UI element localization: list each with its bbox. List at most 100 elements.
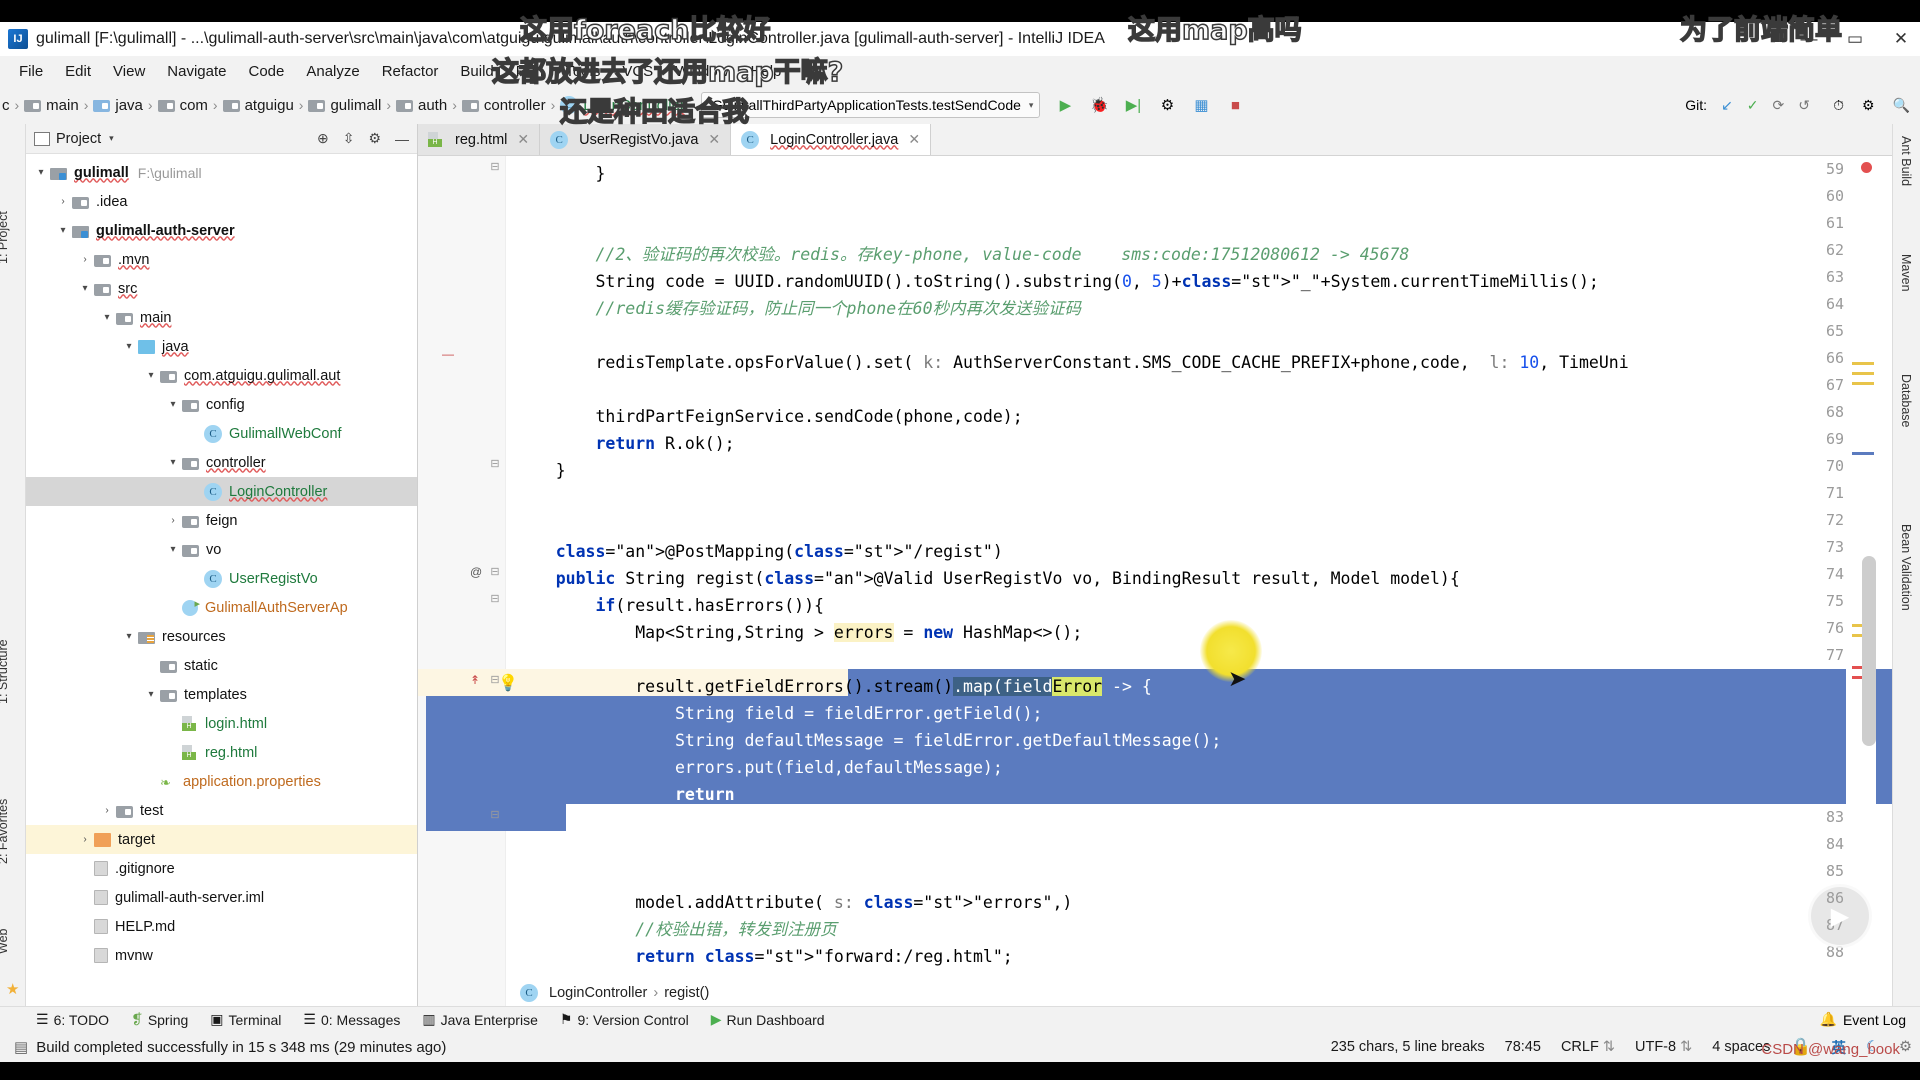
- code-line[interactable]: return R.ok();: [516, 430, 734, 457]
- tree-node-main[interactable]: ▾ main: [26, 303, 417, 332]
- breadcrumb-root[interactable]: c: [2, 97, 10, 114]
- close-icon[interactable]: ✕: [708, 131, 720, 148]
- menu-build[interactable]: Build: [449, 60, 504, 83]
- intention-bulb-icon[interactable]: 💡: [498, 673, 518, 693]
- stop-icon[interactable]: ■: [1224, 94, 1246, 116]
- run-icon[interactable]: ▶: [1054, 94, 1076, 116]
- tree-node-src[interactable]: ▾ src: [26, 274, 417, 303]
- code-line[interactable]: return: [516, 781, 735, 808]
- tree-node-userregistvo[interactable]: ·C UserRegistVo: [26, 564, 417, 593]
- close-icon[interactable]: ✕: [517, 131, 529, 148]
- breadcrumb-com[interactable]: com: [180, 97, 208, 114]
- tree-node-gulimallauthserverap[interactable]: · GulimallAuthServerAp: [26, 593, 417, 622]
- chevron-right-icon[interactable]: ›: [164, 515, 182, 526]
- sidebar-item-web[interactable]: Web: [0, 929, 10, 954]
- chevron-down-icon[interactable]: ▾: [54, 225, 72, 236]
- breadcrumb-method[interactable]: regist(): [664, 985, 709, 1001]
- code-line[interactable]: thirdPartFeignService.sendCode(phone,cod…: [516, 403, 1022, 430]
- code-line[interactable]: errors.put(field,defaultMessage);: [516, 754, 1003, 781]
- chevron-right-icon[interactable]: ›: [76, 834, 94, 845]
- warning-marker[interactable]: [1852, 372, 1874, 375]
- chevron-down-icon[interactable]: ▾: [164, 399, 182, 410]
- tool-run-dashboard[interactable]: ▶ Run Dashboard: [711, 1011, 825, 1028]
- git-commit-icon[interactable]: ✓: [1747, 97, 1759, 114]
- tool-version-control[interactable]: ⚑ 9: Version Control: [560, 1011, 689, 1028]
- tree-node-gulimall-auth-server-iml[interactable]: · gulimall-auth-server.iml: [26, 883, 417, 912]
- editor-tab-logincontroller-java[interactable]: C LoginController.java ✕: [731, 124, 932, 155]
- tree-node-gulimall-auth-server[interactable]: ▾ gulimall-auth-server: [26, 216, 417, 245]
- tree-node-logincontroller[interactable]: ·C LoginController: [26, 477, 417, 506]
- tree-node-config[interactable]: ▾ config: [26, 390, 417, 419]
- code-line[interactable]: }: [516, 160, 605, 187]
- tree-node-target[interactable]: › target: [26, 825, 417, 854]
- code-fold-toggle[interactable]: ⊟: [486, 457, 504, 470]
- chevron-down-icon[interactable]: ▾: [120, 341, 138, 352]
- tree-node-feign[interactable]: › feign: [26, 506, 417, 535]
- build-project-icon[interactable]: ▦: [1190, 94, 1212, 116]
- breadcrumb-auth[interactable]: auth: [418, 97, 447, 114]
- menu-window[interactable]: Window: [664, 60, 739, 83]
- editor-scrollbar-thumb[interactable]: [1862, 556, 1876, 746]
- tree-node-application-properties[interactable]: ·❧ application.properties: [26, 767, 417, 796]
- code-line[interactable]: class="an">@PostMapping(class="st">"/reg…: [516, 538, 1003, 565]
- menu-analyze[interactable]: Analyze: [295, 60, 370, 83]
- chevron-right-icon[interactable]: ›: [98, 805, 116, 816]
- menu-code[interactable]: Code: [237, 60, 295, 83]
- tree-node-reg-html[interactable]: · reg.html: [26, 738, 417, 767]
- error-indicator-icon[interactable]: [1861, 162, 1872, 173]
- chevron-right-icon[interactable]: ›: [76, 254, 94, 265]
- tree-node-help-md[interactable]: · HELP.md: [26, 912, 417, 941]
- code-line[interactable]: //2、验证码的再次校验。redis。存key-phone, value-cod…: [516, 241, 1409, 268]
- status-caret-position[interactable]: 78:45: [1505, 1039, 1541, 1055]
- inspection-icon[interactable]: ↟: [470, 673, 480, 687]
- breadcrumb-logincontroller[interactable]: LoginController: [583, 97, 685, 114]
- code-line[interactable]: String code = UUID.randomUUID().toString…: [516, 268, 1598, 295]
- tree-node-idea[interactable]: › .idea: [26, 187, 417, 216]
- code-fold-toggle[interactable]: ⊟: [486, 808, 504, 821]
- chevron-down-icon[interactable]: ▾: [142, 689, 160, 700]
- code-line[interactable]: });: [516, 808, 665, 835]
- tree-node-java[interactable]: ▾ java: [26, 332, 417, 361]
- tree-node-com-atguigu-gulimall-aut[interactable]: ▾ com.atguigu.gulimall.aut: [26, 361, 417, 390]
- search-everywhere-icon[interactable]: 🔍: [1893, 97, 1910, 114]
- code-fold-toggle[interactable]: ⊟: [486, 592, 504, 605]
- menu-run[interactable]: Run: [505, 60, 555, 83]
- annotation-gutter-icon[interactable]: @: [470, 565, 482, 579]
- event-log-button[interactable]: 🔔 Event Log: [1820, 1011, 1907, 1028]
- editor-tab-reg-html[interactable]: reg.html ✕: [418, 124, 541, 155]
- breadcrumb-class[interactable]: LoginController: [549, 985, 647, 1001]
- run-with-coverage-icon[interactable]: ▶|: [1122, 94, 1144, 116]
- chevron-down-icon[interactable]: ▾: [164, 457, 182, 468]
- menu-file[interactable]: File: [8, 60, 54, 83]
- editor-marker-column[interactable]: [1846, 156, 1876, 1006]
- menu-refactor[interactable]: Refactor: [371, 60, 450, 83]
- tree-node-gitignore[interactable]: · .gitignore: [26, 854, 417, 883]
- tree-node-mvnw[interactable]: · mvnw: [26, 941, 417, 970]
- code-line[interactable]: //校验出错，转发到注册页: [516, 916, 836, 943]
- tree-node-templates[interactable]: ▾ templates: [26, 680, 417, 709]
- apply-icon[interactable]: ⏱: [1833, 97, 1844, 114]
- tree-node-login-html[interactable]: · login.html: [26, 709, 417, 738]
- close-icon[interactable]: ✕: [908, 131, 920, 148]
- sidebar-item-favorites[interactable]: 2: Favorites: [0, 799, 10, 864]
- warning-marker[interactable]: [1852, 362, 1874, 365]
- minimize-button[interactable]: —: [1796, 26, 1822, 52]
- breadcrumb-main[interactable]: main: [46, 97, 79, 114]
- code-line[interactable]: result.getFieldErrors().stream().map(fie…: [516, 673, 1152, 700]
- editor-gutter[interactable]: [418, 156, 506, 1006]
- tree-node-gulimall[interactable]: ▾ gulimall F:\gulimall: [26, 158, 417, 187]
- tree-node-gulimallwebconf[interactable]: ·C GulimallWebConf: [26, 419, 417, 448]
- code-line[interactable]: if(result.hasErrors()){: [516, 592, 824, 619]
- warning-marker[interactable]: [1852, 382, 1874, 385]
- chevron-down-icon[interactable]: ▾: [32, 167, 50, 178]
- code-line[interactable]: Map<String,String > errors = new HashMap…: [516, 619, 1082, 646]
- tool-java-enterprise[interactable]: ▥ Java Enterprise: [422, 1011, 538, 1028]
- debug-icon[interactable]: 🐞: [1088, 94, 1110, 116]
- sidebar-item-database[interactable]: Database: [1899, 374, 1913, 428]
- tree-node-mvn[interactable]: › .mvn: [26, 245, 417, 274]
- gear-icon[interactable]: ⚙: [1899, 1039, 1912, 1055]
- menu-edit[interactable]: Edit: [54, 60, 102, 83]
- git-history-icon[interactable]: ⟳: [1773, 97, 1785, 114]
- tool-terminal[interactable]: ▣ Terminal: [210, 1011, 281, 1028]
- tree-node-test[interactable]: › test: [26, 796, 417, 825]
